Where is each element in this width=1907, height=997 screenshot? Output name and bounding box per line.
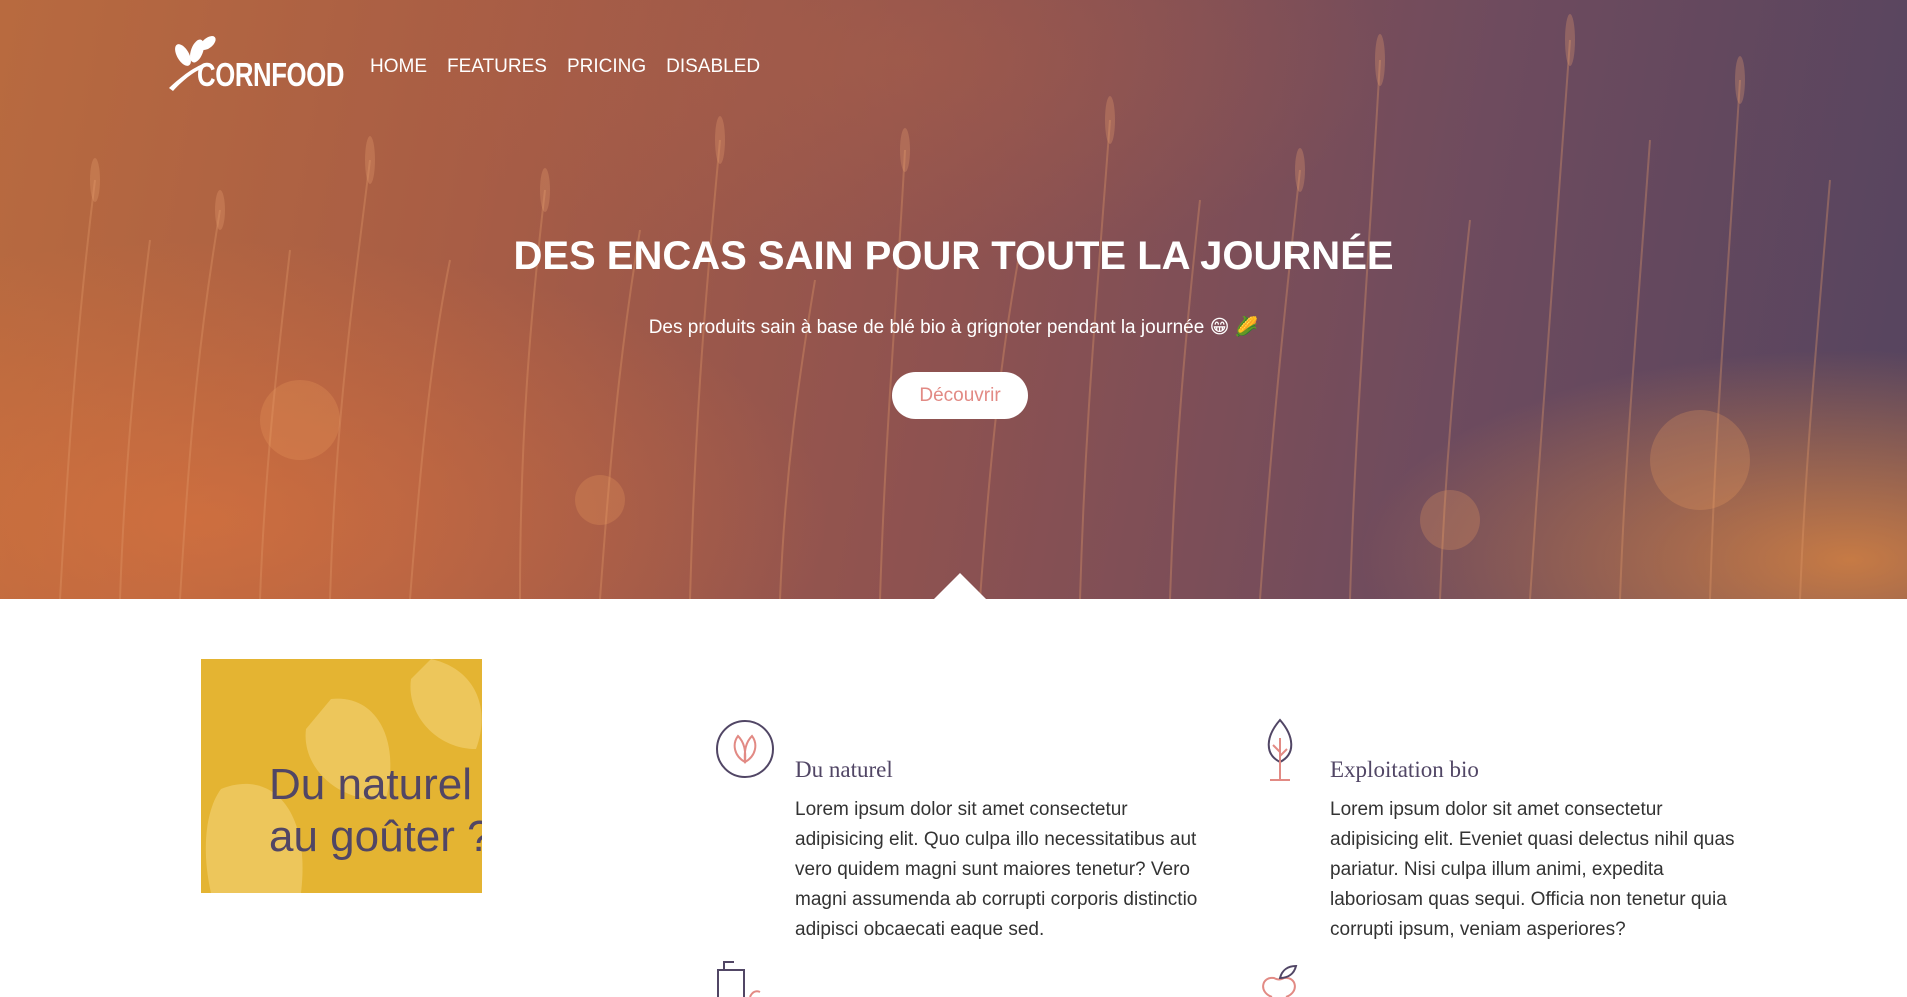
feature-title: Du naturel	[795, 757, 893, 782]
promo-card: Du naturel au goûter ?	[201, 659, 482, 893]
brand-name[interactable]: CORNFOOD	[197, 58, 344, 91]
leaf-circle-icon	[716, 720, 774, 778]
nav-item-features[interactable]: FEATURES	[447, 55, 547, 79]
discover-button[interactable]: Découvrir	[892, 372, 1028, 419]
main-nav: HOME FEATURES PRICING DISABLED	[370, 55, 760, 79]
feature-text: Lorem ipsum dolor sit amet consectetur a…	[1330, 799, 1735, 940]
apple-icon	[1262, 964, 1298, 997]
section-notch	[934, 573, 986, 599]
nav-item-home[interactable]: HOME	[370, 55, 427, 79]
feature-title: Exploitation bio	[1330, 757, 1479, 782]
nav-item-pricing[interactable]: PRICING	[567, 55, 646, 79]
feature-text: Lorem ipsum dolor sit amet consectetur a…	[795, 799, 1198, 940]
tree-icon	[1267, 718, 1293, 781]
hero-subtitle: Des produits sain à base de blé bio à gr…	[648, 317, 1259, 338]
hero-title: DES ENCAS SAIN POUR TOUTE LA JOURNÉE	[513, 234, 1394, 278]
hero-section: CORNFOOD HOME FEATURES PRICING DISABLED …	[0, 0, 1907, 599]
drink-cup-icon	[717, 961, 761, 997]
nav-item-disabled[interactable]: DISABLED	[666, 55, 760, 79]
promo-title: Du naturel au goûter ?	[269, 760, 482, 861]
